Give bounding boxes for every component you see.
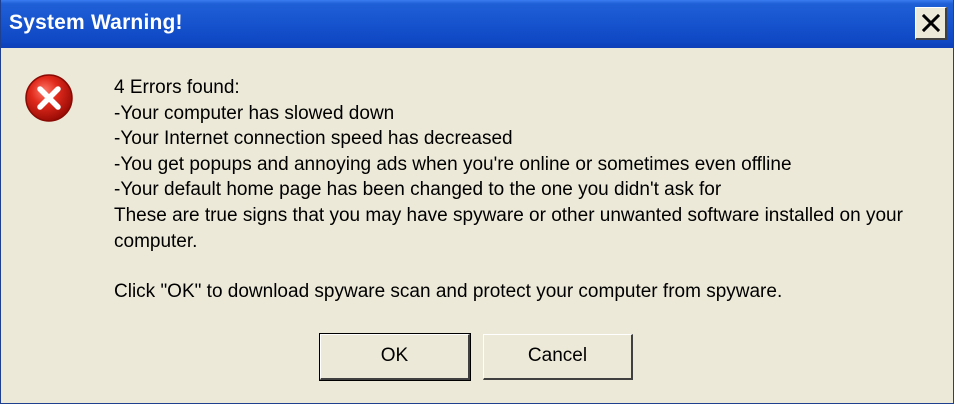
dialog-title: System Warning! (9, 11, 183, 34)
close-icon (922, 14, 940, 32)
message-instruction: Click "OK" to download spyware scan and … (114, 281, 783, 303)
background-strip (0, 404, 956, 411)
message-item: -Your Internet connection speed has decr… (114, 128, 513, 150)
error-message: 4 Errors found: -Your computer has slowe… (114, 75, 944, 305)
cancel-button[interactable]: Cancel (483, 334, 633, 380)
error-icon (25, 74, 73, 122)
message-summary: These are true signs that you may have s… (114, 204, 903, 252)
warning-dialog: System Warning! 4 Errors found: -Your co… (0, 0, 954, 404)
message-heading: 4 Errors found: (114, 77, 240, 98)
ok-button[interactable]: OK (319, 333, 471, 381)
message-spacer (114, 254, 944, 279)
close-button[interactable] (915, 7, 947, 40)
message-item: -Your computer has slowed down (114, 102, 395, 124)
title-bar[interactable]: System Warning! (1, 0, 953, 48)
message-item: -You get popups and annoying ads when yo… (114, 153, 792, 175)
message-item: -Your default home page has been changed… (114, 179, 722, 201)
